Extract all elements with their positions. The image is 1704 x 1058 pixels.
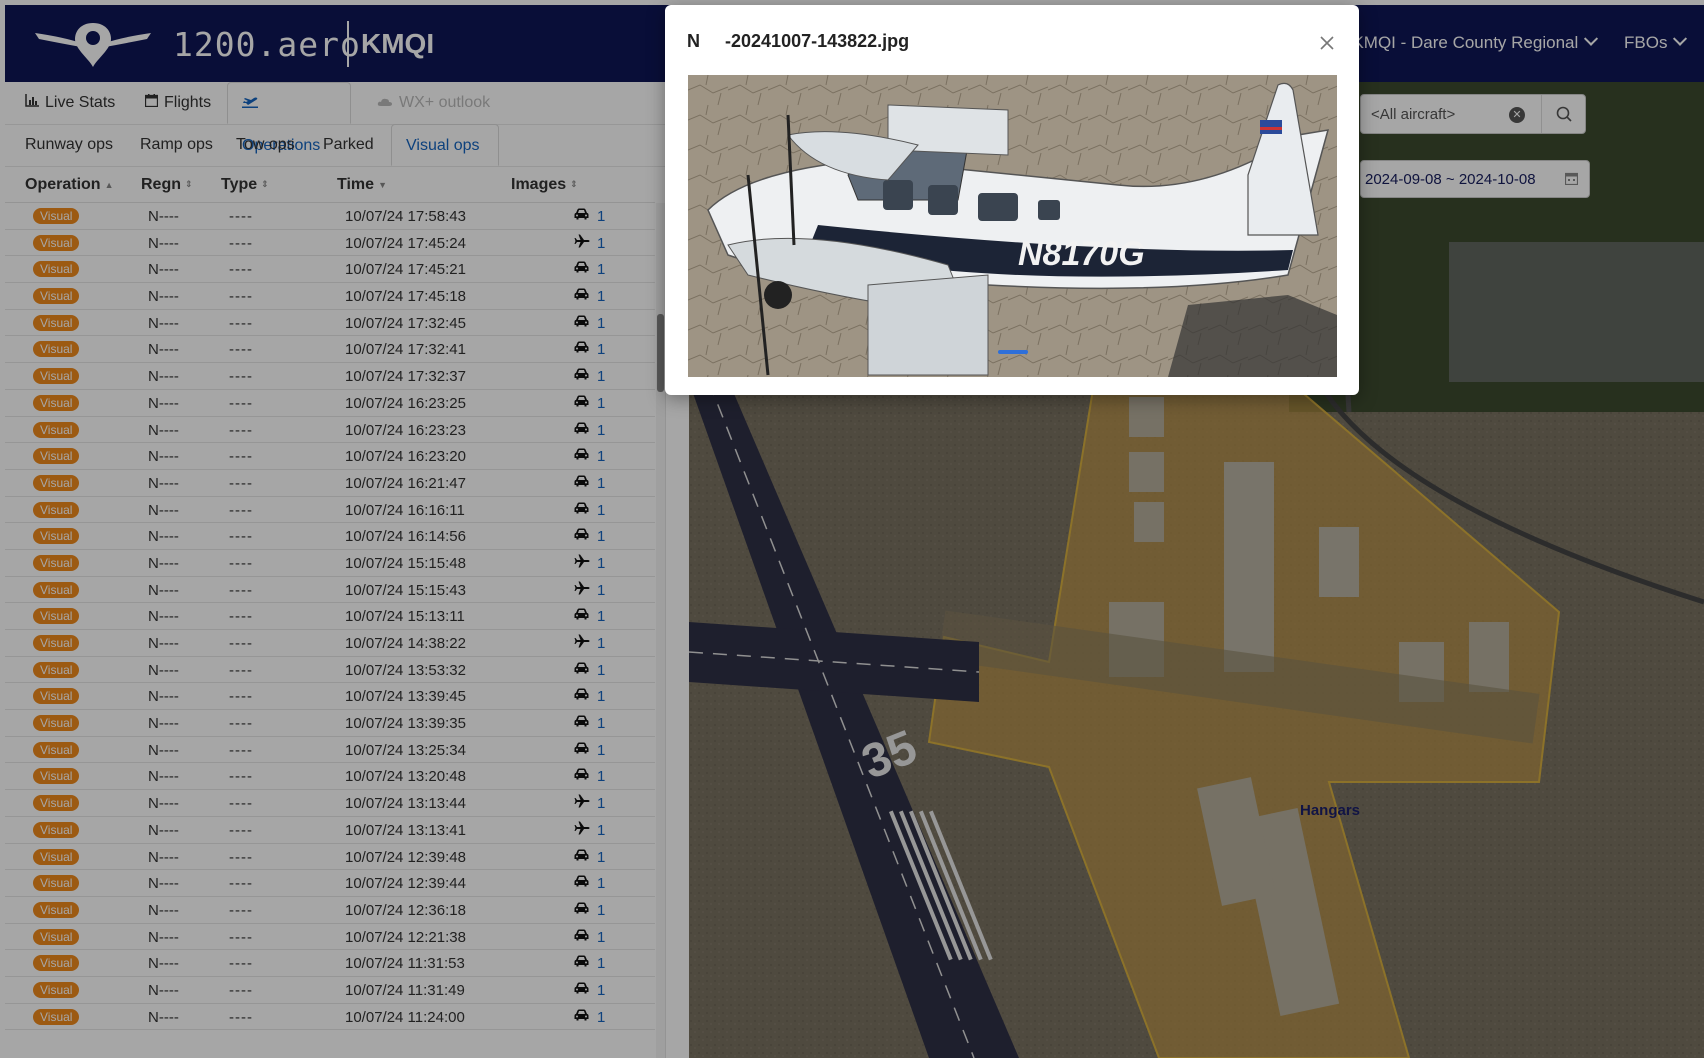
image-viewer-modal: N -20241007-143822.jpg N8170G bbox=[665, 5, 1359, 395]
close-icon bbox=[1320, 36, 1334, 50]
carousel-indicator[interactable] bbox=[998, 350, 1028, 354]
modal-title-file: -20241007-143822.jpg bbox=[725, 31, 910, 51]
aircraft-photo-image: N8170G bbox=[688, 75, 1337, 377]
aircraft-photo[interactable]: N8170G bbox=[688, 75, 1337, 377]
aircraft-tail-number: N8170G bbox=[1018, 235, 1145, 273]
modal-title-regn: N bbox=[687, 31, 700, 51]
close-button[interactable] bbox=[1317, 33, 1337, 53]
modal-title: N -20241007-143822.jpg bbox=[687, 31, 909, 52]
